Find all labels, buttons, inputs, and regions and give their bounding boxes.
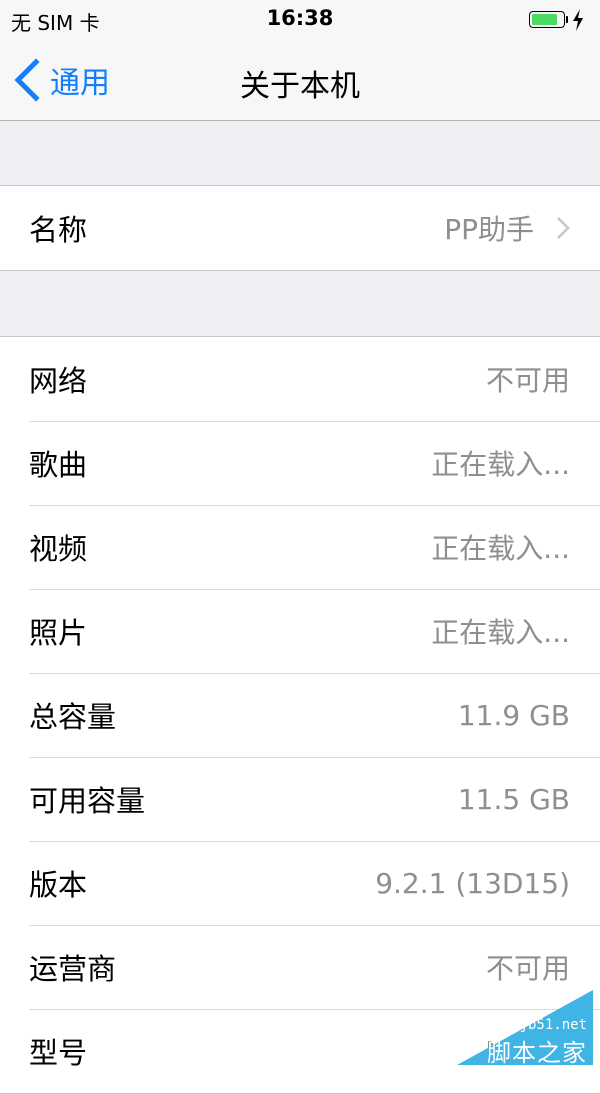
battery-tip	[566, 16, 568, 23]
info-row-videos: 视频 正在载入...	[0, 505, 600, 589]
row-value: 不可用	[485, 364, 570, 397]
watermark: jb51.net 脚本之家	[457, 990, 593, 1067]
name-group: 名称 PP助手	[0, 185, 600, 271]
row-value: PP助手	[444, 213, 534, 246]
row-label: 可用容量	[29, 784, 146, 818]
battery-level	[532, 14, 557, 25]
watermark-name: 脚本之家	[487, 1039, 587, 1067]
info-group: 网络 不可用 歌曲 正在载入... 视频 正在载入... 照片 正在载入... …	[0, 336, 600, 1094]
chevron-right-icon	[557, 217, 570, 239]
clock: 16:38	[266, 6, 334, 30]
row-label: 版本	[29, 868, 88, 902]
row-label: 照片	[29, 616, 88, 650]
info-row-available: 可用容量 11.5 GB	[0, 757, 600, 841]
navigation-bar: 通用 关于本机	[0, 40, 600, 121]
row-value: 正在载入...	[431, 448, 570, 481]
info-row-songs: 歌曲 正在载入...	[0, 421, 600, 505]
row-label: 歌曲	[29, 448, 88, 482]
page-title: 关于本机	[240, 69, 360, 104]
row-label: 网络	[29, 364, 88, 398]
info-row-network: 网络 不可用	[0, 337, 600, 421]
row-label: 视频	[29, 532, 88, 566]
name-row[interactable]: 名称 PP助手	[0, 186, 600, 270]
row-value: 11.9 GB	[457, 698, 570, 732]
row-value: 不可用	[485, 952, 570, 985]
status-bar: 无 SIM 卡 16:38	[0, 0, 600, 40]
info-row-version: 版本 9.2.1 (13D15)	[0, 841, 600, 925]
row-value: 正在载入...	[431, 616, 570, 649]
row-value: 11.5 GB	[457, 782, 570, 816]
row-label: 运营商	[29, 952, 117, 986]
row-label: 名称	[29, 213, 88, 247]
info-row-capacity: 总容量 11.9 GB	[0, 673, 600, 757]
charging-bolt-icon	[573, 9, 583, 31]
info-row-photos: 照片 正在载入...	[0, 589, 600, 673]
row-value: 正在载入...	[431, 532, 570, 565]
watermark-url: jb51.net	[519, 1017, 587, 1033]
row-label: 型号	[29, 1036, 88, 1070]
row-value: 9.2.1 (13D15)	[375, 866, 570, 900]
battery-icon	[529, 11, 565, 28]
row-label: 总容量	[29, 700, 117, 734]
